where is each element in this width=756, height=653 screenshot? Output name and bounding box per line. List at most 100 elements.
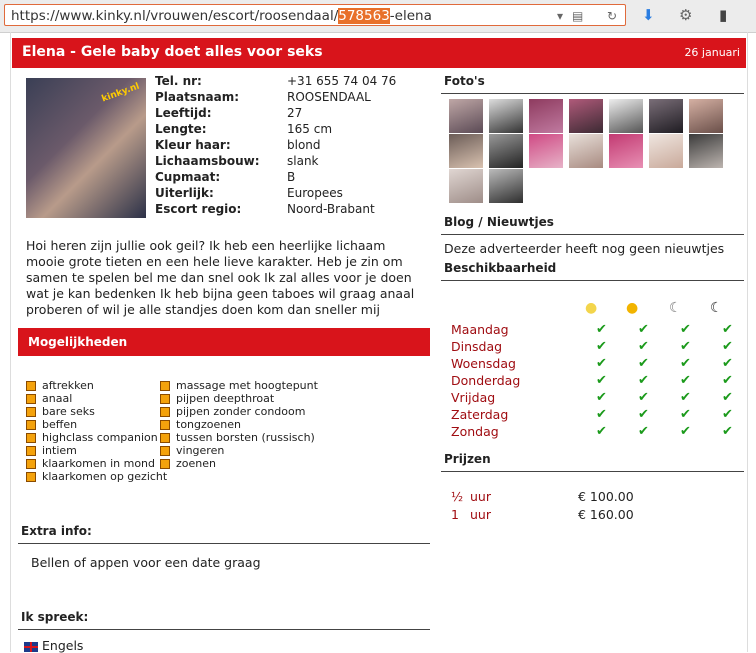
price-value: € 100.00	[578, 489, 634, 504]
address-bar[interactable]: https://www.kinky.nl/vrouwen/escort/roos…	[4, 4, 626, 26]
extra-info-heading: Extra info:	[21, 524, 92, 538]
day-label: Zaterdag	[451, 407, 509, 422]
list-item: bare seks	[26, 405, 167, 418]
list-item: anaal	[26, 392, 167, 405]
check-icon: ✔	[680, 339, 691, 354]
photo-thumbnail[interactable]	[449, 134, 483, 168]
photo-thumbnail[interactable]	[569, 134, 603, 168]
list-item: klaarkomen in mond	[26, 457, 167, 470]
check-icon: ✔	[596, 424, 607, 439]
day-label: Woensdag	[451, 356, 516, 371]
languages-heading: Ik spreek:	[21, 610, 89, 624]
photo-thumbnail[interactable]	[529, 99, 563, 133]
photo-thumbnail[interactable]	[649, 134, 683, 168]
uk-flag-icon	[24, 641, 38, 652]
extensions-icon[interactable]: ⚙	[679, 6, 692, 24]
list-item: intiem	[26, 444, 167, 457]
check-icon: ✔	[680, 322, 691, 337]
check-icon: ✔	[596, 373, 607, 388]
detail-row: Leeftijd: 27	[155, 106, 303, 120]
day-label: Maandag	[451, 322, 509, 337]
price-unit: uur	[470, 507, 491, 522]
profile-photo[interactable]: kinky.nl	[26, 78, 146, 218]
availability-heading: Beschikbaarheid	[444, 261, 557, 275]
afternoon-sun-icon: ●	[626, 300, 639, 316]
mogelijkheden-col-1: aftrekken anaal bare seks beffen highcla…	[26, 379, 167, 483]
list-item: zoenen	[160, 457, 318, 470]
check-icon: ✔	[680, 373, 691, 388]
language-item: Engels	[24, 638, 83, 653]
prices-heading: Prijzen	[444, 452, 491, 466]
photo-thumbnail[interactable]	[609, 99, 643, 133]
day-label: Dinsdag	[451, 339, 503, 354]
photo-thumbnail[interactable]	[689, 99, 723, 133]
download-icon[interactable]: ⬇	[642, 6, 655, 24]
check-icon: ✔	[638, 339, 649, 354]
divider	[441, 234, 744, 235]
detail-row: Uiterlijk: Europees	[155, 186, 343, 200]
detail-row: Tel. nr: +31 655 74 04 76	[155, 74, 397, 88]
reader-view-icon[interactable]: ▤	[572, 9, 583, 23]
check-icon: ✔	[680, 390, 691, 405]
check-icon: ✔	[638, 407, 649, 422]
check-icon: ✔	[638, 424, 649, 439]
day-label: Vrijdag	[451, 390, 496, 405]
reload-icon[interactable]: ↻	[607, 9, 617, 23]
photo-thumbnail[interactable]	[489, 134, 523, 168]
day-label: Zondag	[451, 424, 499, 439]
clipboard-icon[interactable]: ▮	[719, 6, 727, 24]
check-icon: ✔	[638, 356, 649, 371]
check-icon: ✔	[722, 356, 733, 371]
photo-thumbnail[interactable]	[609, 134, 643, 168]
list-item: vingeren	[160, 444, 318, 457]
photo-thumbnail[interactable]	[569, 99, 603, 133]
check-icon: ✔	[722, 322, 733, 337]
price-qty: 1	[451, 507, 459, 522]
detail-row: Plaatsnaam: ROOSENDAAL	[155, 90, 371, 104]
list-item: tussen borsten (russisch)	[160, 431, 318, 444]
url-text: https://www.kinky.nl/vrouwen/escort/roos…	[11, 8, 432, 24]
divider	[441, 280, 744, 281]
photo-thumbnail[interactable]	[649, 99, 683, 133]
divider	[18, 629, 430, 630]
photo-thumbnail[interactable]	[449, 169, 483, 203]
check-icon: ✔	[596, 390, 607, 405]
url-highlight: 578563	[338, 8, 390, 24]
check-icon: ✔	[596, 339, 607, 354]
detail-row: Cupmaat: B	[155, 170, 296, 184]
detail-row: Lengte: 165 cm	[155, 122, 333, 136]
photo-thumbnail[interactable]	[489, 99, 523, 133]
list-item: pijpen deepthroat	[160, 392, 318, 405]
check-icon: ✔	[680, 407, 691, 422]
availability-days: Maandag Dinsdag Woensdag Donderdag Vrijd…	[451, 322, 520, 441]
ad-date: 26 januari	[684, 46, 740, 59]
blog-heading: Blog / Nieuwtjes	[444, 215, 554, 229]
photo-thumbnail[interactable]	[529, 134, 563, 168]
extra-info-text: Bellen of appen voor een date graag	[31, 555, 261, 570]
morning-sun-icon: ●	[585, 300, 598, 316]
detail-row: Lichaamsbouw: slank	[155, 154, 319, 168]
check-icon: ✔	[680, 356, 691, 371]
photo-thumbnail[interactable]	[449, 99, 483, 133]
check-icon: ✔	[596, 322, 607, 337]
price-value: € 160.00	[578, 507, 634, 522]
check-icon: ✔	[722, 390, 733, 405]
divider	[441, 93, 744, 94]
night-moon-icon: ☾	[710, 300, 723, 316]
photo-thumbnail[interactable]	[489, 169, 523, 203]
photo-thumbnail[interactable]	[689, 134, 723, 168]
check-icon: ✔	[638, 390, 649, 405]
check-icon: ✔	[638, 373, 649, 388]
divider	[441, 471, 744, 472]
check-icon: ✔	[596, 356, 607, 371]
check-icon: ✔	[722, 373, 733, 388]
list-item: massage met hoogtepunt	[160, 379, 318, 392]
check-icon: ✔	[638, 322, 649, 337]
list-item: tongzoenen	[160, 418, 318, 431]
dropdown-arrow-icon[interactable]: ▾	[557, 9, 563, 23]
list-item: highclass companion	[26, 431, 167, 444]
list-item: pijpen zonder condoom	[160, 405, 318, 418]
profile-description: Hoi heren zijn jullie ook geil? Ik heb e…	[26, 238, 415, 317]
blog-text: Deze adverteerder heeft nog geen nieuwtj…	[444, 241, 725, 256]
fotos-heading: Foto's	[444, 74, 485, 88]
